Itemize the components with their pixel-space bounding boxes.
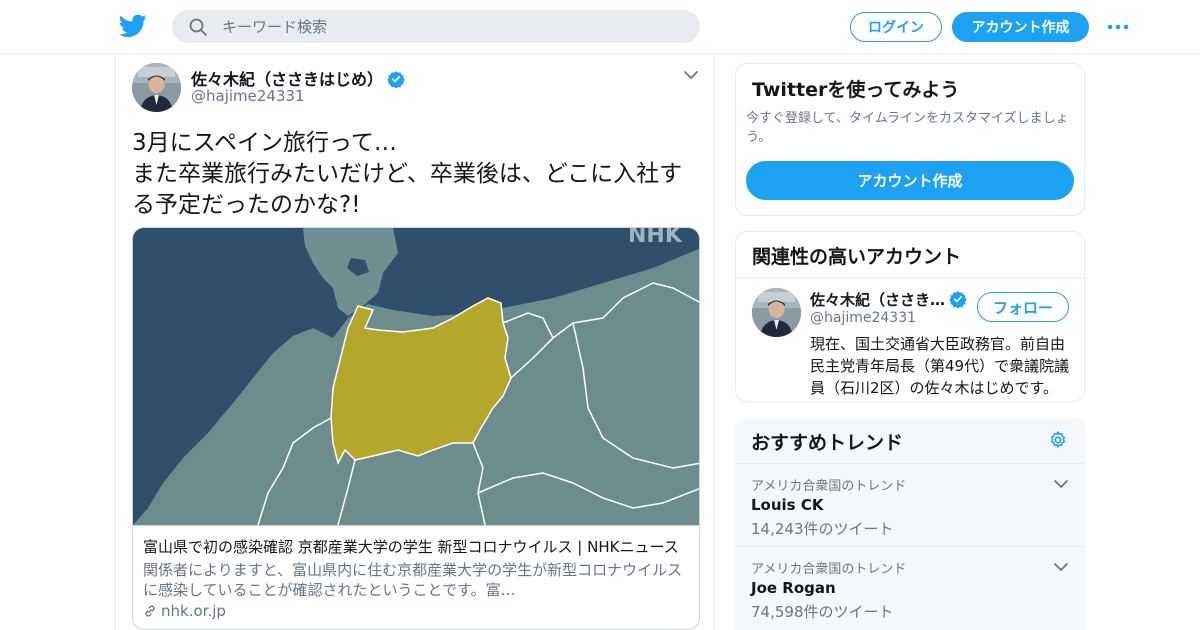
related-name[interactable]: 佐々木紀（ささき… — [810, 289, 967, 310]
search-icon — [189, 18, 207, 36]
card-description-line: に感染していることが確認されたということです。富… — [143, 581, 516, 599]
related-handle[interactable]: @hajime24331 — [810, 310, 916, 326]
search-input[interactable] — [222, 10, 682, 43]
card-domain-text[interactable]: nhk.or.jp — [161, 602, 226, 620]
author-handle[interactable]: @hajime24331 — [191, 87, 305, 105]
signup-title: Twitterを使ってみよう — [752, 79, 960, 101]
related-avatar[interactable] — [752, 288, 801, 337]
verified-badge-icon — [387, 71, 405, 88]
related-bio-line: 民主党青年局長（第49代）で衆議院議 — [810, 357, 1070, 375]
verified-badge-icon — [949, 291, 967, 308]
related-name-text[interactable]: 佐々木紀（ささき… — [810, 291, 945, 309]
trend-item[interactable]: アメリカ合衆国のトレンド Joe Rogan 74,598件のツイート — [735, 546, 1085, 629]
signup-description-line: 今すぐ登録して、タイムラインをカスタマイズしましょ — [746, 111, 1069, 126]
card-description-line: 関係者によりますと、富山県内に住む京都産業大学の学生が新型コロナウイルス — [143, 561, 683, 579]
related-bio-line: 員（石川2区）の佐々木はじめです。 — [810, 379, 1059, 397]
twitter-logo-icon[interactable] — [119, 12, 147, 40]
settings-gear-icon[interactable] — [1048, 430, 1068, 450]
trend-item[interactable]: アメリカ合衆国のトレンド Louis CK 14,243件のツイート — [735, 463, 1085, 546]
tweet-text-line: 3月にスペイン旅行って… — [132, 130, 397, 156]
link-icon — [145, 605, 155, 617]
card-domain[interactable]: nhk.or.jp — [143, 602, 691, 620]
related-accounts-panel: 関連性の高いアカウント 佐々木紀（ささき… @hajime24331 フォロー … — [735, 231, 1085, 402]
trends-panel: おすすめトレンド アメリカ合衆国のトレンド Louis CK 14,243件のツ… — [735, 418, 1085, 630]
author-avatar[interactable] — [132, 63, 181, 112]
related-title: 関連性の高いアカウント — [752, 246, 962, 268]
tweet-text-line: る予定だったのかな?! — [132, 192, 361, 218]
card-description: 関係者によりますと、富山県内に住む京都産業大学の学生が新型コロナウイルス に感染… — [143, 560, 691, 600]
signup-description-line: う。 — [746, 130, 772, 145]
search-box[interactable] — [172, 10, 700, 43]
link-card[interactable]: NHK 富山県で初の感染確認 京都産業大学の学生 新型コロナウイルス | NHK… — [132, 227, 700, 630]
more-options-icon[interactable] — [1106, 20, 1130, 34]
chevron-down-icon[interactable] — [683, 67, 699, 83]
tweet-text-line: また卒業旅行みたいだけど、卒業後は、どこに入社す — [132, 161, 683, 187]
trend-context: アメリカ合衆国のトレンド — [751, 479, 907, 494]
divider — [736, 277, 1084, 278]
related-bio-line: 現在、国土交通省大臣政務官。前自由 — [810, 335, 1066, 353]
trend-context: アメリカ合衆国のトレンド — [751, 562, 907, 577]
nhk-watermark: NHK — [628, 228, 683, 248]
card-title[interactable]: 富山県で初の感染確認 京都産業大学の学生 新型コロナウイルス | NHKニュース — [143, 536, 691, 557]
chevron-down-icon[interactable] — [1053, 476, 1069, 492]
signup-panel: Twitterを使ってみよう 今すぐ登録して、タイムラインをカスタマイズしましょ… — [735, 63, 1085, 216]
related-bio: 現在、国土交通省大臣政務官。前自由 民主党青年局長（第49代）で衆議院議 員（石… — [810, 333, 1075, 399]
chevron-down-icon[interactable] — [1053, 559, 1069, 575]
trends-title: おすすめトレンド — [751, 432, 904, 454]
trend-name[interactable]: Louis CK — [751, 496, 823, 514]
signup-panel-button[interactable]: アカウント作成 — [746, 161, 1074, 200]
avatar-photo-icon — [132, 63, 181, 112]
avatar-photo-icon — [752, 288, 801, 337]
tweet-text: 3月にスペイン旅行って… また卒業旅行みたいだけど、卒業後は、どこに入社す る予… — [132, 128, 702, 221]
toyama-map-image: NHK — [133, 228, 699, 525]
card-body[interactable]: 富山県で初の感染確認 京都産業大学の学生 新型コロナウイルス | NHKニュース… — [133, 525, 699, 629]
trend-name[interactable]: Joe Rogan — [751, 579, 836, 597]
trend-count: 14,243件のツイート — [751, 520, 894, 538]
login-button[interactable]: ログイン — [850, 12, 942, 42]
tweet-column: 佐々木紀（ささきはじめ） @hajime24331 3月にスペイン旅行って… ま… — [115, 54, 715, 630]
signup-button[interactable]: アカウント作成 — [952, 12, 1089, 42]
trend-count: 74,598件のツイート — [751, 603, 894, 621]
follow-button[interactable]: フォロー — [977, 292, 1069, 322]
signup-description: 今すぐ登録して、タイムラインをカスタマイズしましょ う。 — [746, 109, 1081, 147]
top-navigation-bar: ログイン アカウント作成 — [0, 0, 1200, 54]
